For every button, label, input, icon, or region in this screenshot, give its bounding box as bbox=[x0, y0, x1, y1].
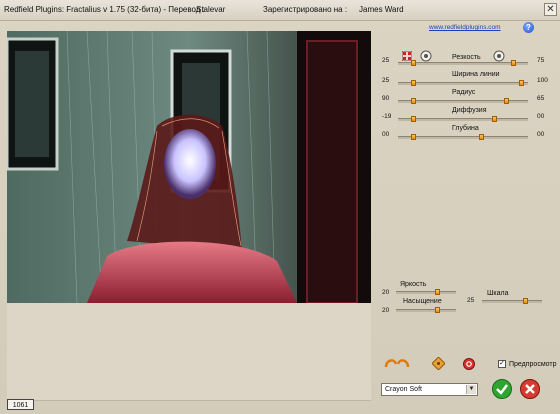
slider-thumb[interactable] bbox=[504, 98, 509, 104]
translator-name: Stalevar bbox=[196, 5, 226, 14]
preview-empty-area bbox=[7, 303, 371, 401]
brightness-thumb[interactable] bbox=[435, 289, 440, 295]
brightness-slider[interactable] bbox=[396, 289, 456, 295]
preset-selected-value: Crayon Soft bbox=[385, 386, 422, 393]
preset-dropdown[interactable]: Crayon Soft ▼ bbox=[381, 383, 478, 396]
slider-label: Ширина линии bbox=[452, 71, 500, 78]
slider-left-value: 25 bbox=[382, 57, 390, 64]
ok-button[interactable] bbox=[492, 379, 512, 399]
slider-left-value: -19 bbox=[382, 113, 392, 120]
slider-left-value: 25 bbox=[382, 77, 390, 84]
close-icon bbox=[520, 379, 540, 399]
reset-icon[interactable] bbox=[463, 358, 475, 370]
slider-track[interactable] bbox=[398, 116, 528, 122]
slider-right-value: 00 bbox=[537, 113, 545, 120]
slider-label: Диффузия bbox=[452, 107, 487, 114]
app-title: Redfield Plugins: Fractalius v 1.75 (32-… bbox=[4, 5, 205, 14]
close-icon[interactable]: ✕ bbox=[544, 3, 557, 16]
slider-thumb[interactable] bbox=[511, 60, 516, 66]
slider-left-value: 00 bbox=[382, 131, 390, 138]
saturation-thumb[interactable] bbox=[435, 307, 440, 313]
registered-name: James Ward bbox=[359, 5, 404, 14]
website-link[interactable]: www.redfieldplugins.com bbox=[429, 24, 501, 31]
slider-thumb[interactable] bbox=[519, 80, 524, 86]
fractalius-window: Redfield Plugins: Fractalius v 1.75 (32-… bbox=[0, 0, 560, 414]
preview-checkbox[interactable]: ✓ bbox=[498, 360, 506, 368]
slider-thumb[interactable] bbox=[492, 116, 497, 122]
slider-track[interactable] bbox=[398, 80, 528, 86]
slider-label: Резкость bbox=[452, 54, 481, 61]
brightness-value: 20 bbox=[382, 289, 390, 296]
preview-image bbox=[7, 31, 371, 303]
preview-canvas[interactable] bbox=[7, 31, 371, 303]
status-counter: 1061 bbox=[7, 399, 34, 410]
brightness-label: Яркость bbox=[400, 281, 427, 288]
slider-right-value: 00 bbox=[537, 131, 545, 138]
diamond-icon[interactable] bbox=[432, 357, 445, 370]
slider-right-value: 65 bbox=[537, 95, 545, 102]
checkmark-icon bbox=[492, 379, 512, 399]
slider-thumb[interactable] bbox=[411, 98, 416, 104]
saturation-label: Насыщение bbox=[403, 298, 442, 305]
slider-label: Глубина bbox=[452, 125, 479, 132]
slider-left-value: 90 bbox=[382, 95, 390, 102]
slider-right-value: 100 bbox=[537, 77, 548, 84]
title-bar: Redfield Plugins: Fractalius v 1.75 (32-… bbox=[0, 0, 560, 21]
registered-label: Зарегистрировано на : bbox=[263, 5, 348, 14]
saturation-value: 20 bbox=[382, 307, 390, 314]
slider-thumb[interactable] bbox=[411, 80, 416, 86]
saturation-slider[interactable] bbox=[396, 307, 456, 313]
scale-value: 25 bbox=[467, 297, 475, 304]
starburst-icon[interactable] bbox=[420, 50, 432, 62]
slider-thumb[interactable] bbox=[411, 116, 416, 122]
scale-thumb[interactable] bbox=[523, 298, 528, 304]
slider-thumb[interactable] bbox=[411, 134, 416, 140]
cancel-button[interactable] bbox=[520, 379, 540, 399]
starburst-sharp-icon[interactable] bbox=[493, 50, 505, 62]
slider-track[interactable] bbox=[398, 60, 528, 66]
slider-right-value: 75 bbox=[537, 57, 545, 64]
preview-checkbox-label: Предпросмотр bbox=[509, 361, 557, 368]
slider-thumb[interactable] bbox=[411, 60, 416, 66]
scale-slider[interactable] bbox=[482, 298, 542, 304]
slider-track[interactable] bbox=[398, 134, 528, 140]
undo-redo-icon[interactable] bbox=[384, 357, 410, 369]
scale-label: Шкала bbox=[487, 290, 509, 297]
slider-track[interactable] bbox=[398, 98, 528, 104]
help-icon[interactable]: ? bbox=[523, 22, 534, 33]
chevron-down-icon[interactable]: ▼ bbox=[466, 385, 476, 394]
slider-label: Радиус bbox=[452, 89, 476, 96]
slider-thumb[interactable] bbox=[479, 134, 484, 140]
